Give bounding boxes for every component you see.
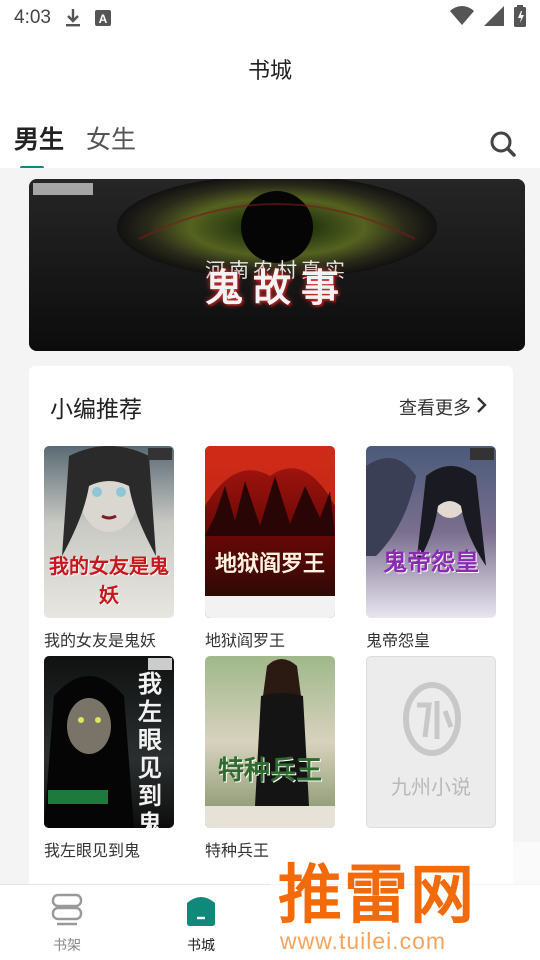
status-time: 4:03 bbox=[14, 7, 51, 28]
book-title: 地狱阎罗王 bbox=[205, 631, 286, 650]
book-item[interactable]: 特种兵王 特种兵王 bbox=[205, 656, 335, 861]
nav-bookstore-label: 书城 bbox=[187, 938, 215, 954]
book-title: 我左眼见到鬼 bbox=[44, 841, 141, 860]
tab-female[interactable]: 女生 bbox=[86, 120, 136, 156]
cover-title: 我的女友是鬼妖 bbox=[49, 554, 169, 607]
bookshelf-icon bbox=[49, 893, 85, 931]
search-icon[interactable] bbox=[488, 128, 520, 160]
notification-a-icon: A bbox=[94, 10, 111, 26]
view-more-link[interactable]: 查看更多 bbox=[399, 394, 487, 420]
book-item[interactable]: 九州小说 bbox=[366, 656, 496, 837]
watermark-overlay: 推雷网 www.tuilei.com bbox=[270, 842, 540, 960]
category-tabs: 男生 女生 bbox=[0, 108, 540, 170]
banner-carousel[interactable]: 河南农村真实 鬼故事 bbox=[29, 179, 525, 351]
cover-title: 我左眼见到鬼 bbox=[138, 669, 162, 829]
tab-male[interactable]: 男生 bbox=[14, 120, 64, 156]
book-cover-placeholder[interactable]: 九州小说 bbox=[366, 656, 496, 828]
watermark-brand: 推雷网 bbox=[278, 859, 476, 933]
nav-bookshelf[interactable]: 书架 bbox=[27, 893, 107, 955]
status-bar: 4:03 A bbox=[0, 0, 540, 36]
page-title: 书城 bbox=[247, 59, 292, 84]
book-item[interactable]: 我左眼见到鬼 我左眼见到鬼 bbox=[44, 656, 174, 861]
download-icon bbox=[65, 8, 81, 28]
editor-recommend-section: 小编推荐 查看更多 我的女友是鬼妖 我的女友是鬼妖 地狱阎罗王 地狱阎罗王 鬼帝… bbox=[29, 366, 513, 884]
banner-title: 鬼故事 bbox=[204, 265, 349, 310]
view-more-label: 查看更多 bbox=[399, 398, 471, 419]
book-cover[interactable]: 我左眼见到鬼 bbox=[44, 656, 174, 828]
watermark-url: www.tuilei.com bbox=[280, 928, 447, 954]
book-item[interactable]: 鬼帝怨皇 鬼帝怨皇 bbox=[366, 446, 496, 651]
cover-title: 鬼帝怨皇 bbox=[383, 547, 479, 576]
nav-bookstore[interactable]: 书城 bbox=[161, 893, 241, 955]
chevron-right-icon bbox=[475, 396, 487, 419]
section-title: 小编推荐 bbox=[50, 397, 142, 423]
book-cover[interactable]: 鬼帝怨皇 bbox=[366, 446, 496, 618]
cover-title: 特种兵王 bbox=[217, 756, 322, 786]
book-item[interactable]: 我的女友是鬼妖 我的女友是鬼妖 bbox=[44, 446, 174, 651]
book-cover[interactable]: 特种兵王 bbox=[205, 656, 335, 828]
signal-icon bbox=[484, 6, 504, 30]
bookstore-content: 河南农村真实 鬼故事 小编推荐 查看更多 我的女友是鬼妖 我的女友是鬼妖 地狱阎… bbox=[0, 168, 540, 884]
book-cover[interactable]: 地狱阎罗王 bbox=[205, 446, 335, 618]
section-header: 小编推荐 查看更多 bbox=[29, 366, 513, 444]
app-bar: 书城 bbox=[0, 36, 540, 102]
placeholder-logo-icon bbox=[403, 682, 461, 756]
book-title: 鬼帝怨皇 bbox=[366, 631, 431, 650]
bookstore-icon bbox=[183, 897, 219, 931]
svg-text:A: A bbox=[99, 12, 108, 26]
book-item[interactable]: 地狱阎罗王 地狱阎罗王 bbox=[205, 446, 335, 651]
cover-title: 地狱阎罗王 bbox=[214, 551, 325, 577]
book-title: 我的女友是鬼妖 bbox=[44, 631, 157, 650]
nav-bookshelf-label: 书架 bbox=[53, 938, 81, 954]
placeholder-text: 九州小说 bbox=[391, 775, 471, 799]
wifi-icon bbox=[450, 6, 474, 30]
book-cover[interactable]: 我的女友是鬼妖 bbox=[44, 446, 174, 618]
battery-icon bbox=[514, 5, 526, 31]
